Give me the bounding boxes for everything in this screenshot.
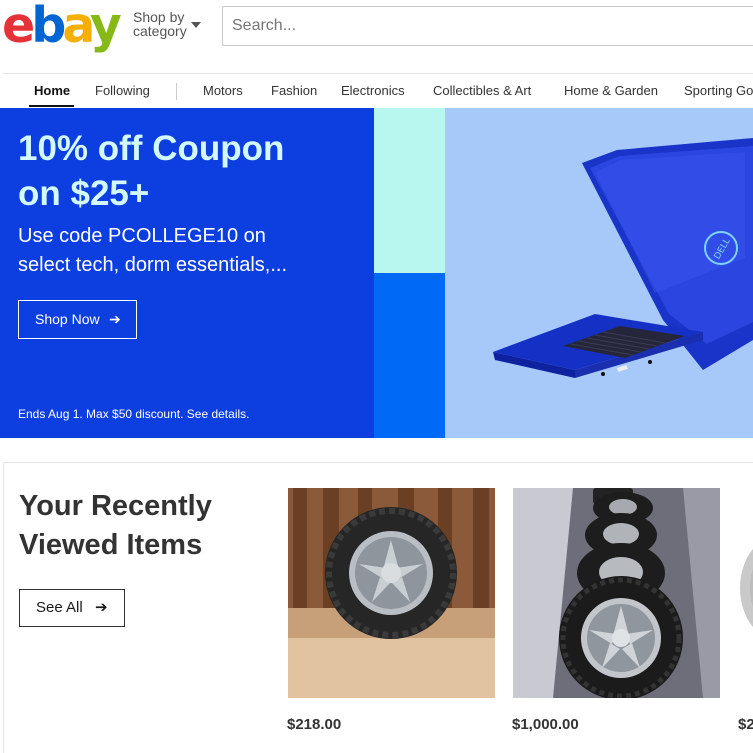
nav-motors[interactable]: Motors (203, 83, 243, 98)
nav-following[interactable]: Following (95, 83, 150, 98)
ebay-logo[interactable]: ebay (2, 0, 122, 54)
see-all-button[interactable]: See All ➔ (19, 589, 125, 627)
nav-separator (176, 83, 177, 100)
arrow-right-icon: ➔ (95, 599, 108, 616)
header: ebay Shop by category (0, 0, 753, 56)
laptop-image: DELL (445, 108, 753, 438)
recent-item-image-partial[interactable] (738, 488, 753, 698)
laptop-icon: DELL (493, 138, 753, 378)
tire-icon (738, 488, 753, 698)
shop-by-category-button[interactable]: Shop by category (133, 9, 201, 39)
banner-fine-print[interactable]: Ends Aug 1. Max $50 discount. See detail… (18, 407, 249, 421)
chevron-down-icon (191, 22, 201, 28)
recently-viewed-title: Your Recently Viewed Items (19, 490, 212, 561)
shop-by-label: Shop by (133, 9, 185, 25)
shop-now-button[interactable]: Shop Now ➔ (18, 300, 137, 339)
nav-home[interactable]: Home (34, 83, 70, 98)
banner-subline: Use code PCOLLEGE10 on select tech, dorm… (18, 225, 288, 276)
recent-item-card[interactable]: $218.00 (287, 488, 495, 733)
tire-icon (288, 488, 495, 698)
banner-headline: 10% off Coupon on $25+ (18, 129, 285, 213)
search-input[interactable] (222, 6, 753, 46)
category-label: category (133, 23, 187, 39)
recent-item-card[interactable]: $1,000.00 (512, 488, 720, 733)
banner-accent-blue (374, 273, 445, 438)
nav-sporting-goods[interactable]: Sporting Go (684, 83, 753, 98)
item-price[interactable]: $2 (738, 716, 753, 733)
nav-home-garden[interactable]: Home & Garden (564, 83, 658, 98)
nav-electronics[interactable]: Electronics (341, 83, 405, 98)
active-tab-indicator (29, 105, 74, 107)
banner-text-panel: 10% off Coupon on $25+ Use code PCOLLEGE… (0, 108, 374, 438)
item-price[interactable]: $218.00 (287, 716, 341, 733)
tire-image[interactable] (288, 488, 495, 698)
promo-banner[interactable]: 10% off Coupon on $25+ Use code PCOLLEGE… (0, 108, 753, 438)
banner-accent-cyan (374, 108, 445, 273)
category-nav: Home Following Motors Fashion Electronic… (0, 74, 753, 108)
nav-fashion[interactable]: Fashion (271, 83, 317, 98)
arrow-right-icon: ➔ (109, 311, 121, 327)
item-price[interactable]: $1,000.00 (512, 716, 579, 733)
tires-image[interactable] (513, 488, 720, 698)
tire-icon (513, 488, 720, 698)
nav-collectibles-art[interactable]: Collectibles & Art (433, 83, 531, 98)
